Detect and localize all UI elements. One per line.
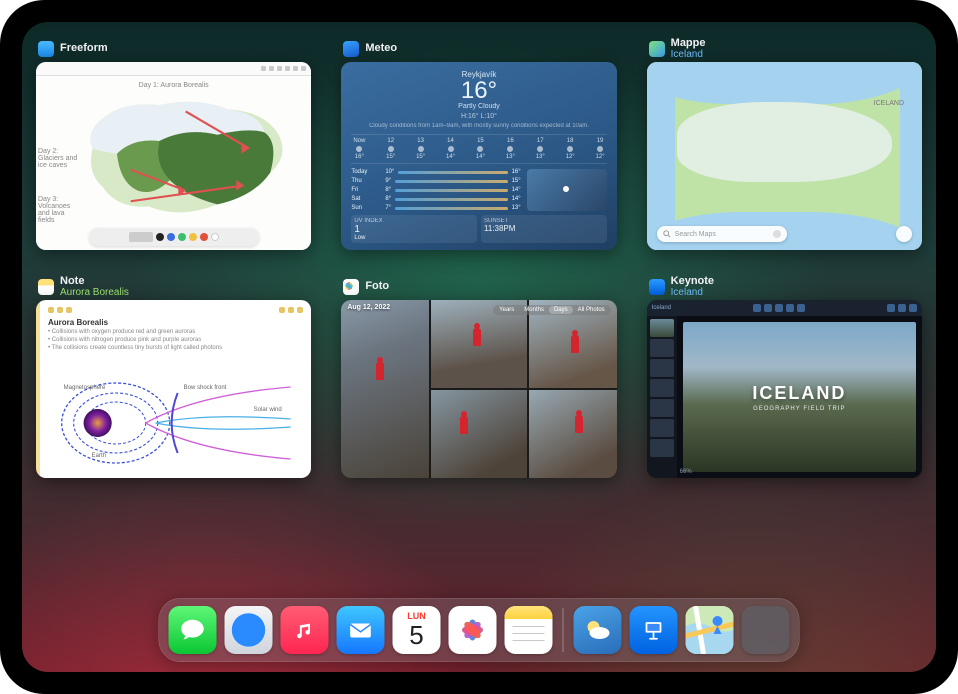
window-header: Freeform — [36, 40, 311, 62]
weather-map-tile — [527, 169, 607, 211]
screen: Freeform Day 1: Aurora Borealis Day 2: G… — [22, 22, 936, 672]
dock-calendar-icon[interactable]: LUN 5 — [393, 606, 441, 654]
freeform-app-icon — [38, 41, 54, 57]
window-title: Mappe — [671, 38, 706, 50]
dock: LUN 5 — [159, 598, 800, 662]
weather-app-icon — [343, 41, 359, 57]
svg-text:Bow shock front: Bow shock front — [184, 385, 227, 391]
weather-temperature: 16° — [351, 79, 606, 103]
window-subtitle: Aurora Borealis — [60, 288, 129, 299]
maps-app-icon — [649, 41, 665, 57]
weather-forecast: Today10°16° Thu9°15° Fri8°14° Sat8°14° S… — [351, 169, 520, 211]
notes-app-icon — [38, 279, 54, 295]
photo-tile[interactable] — [529, 390, 617, 478]
maps-search-field[interactable]: Search Maps — [657, 226, 787, 242]
window-note[interactable]: Note Aurora Borealis Aurora Borealis • C… — [36, 278, 311, 478]
window-subtitle: Iceland — [671, 288, 714, 299]
window-mappe[interactable]: Mappe Iceland ICELAND Search — [647, 40, 922, 250]
dock-mail-icon[interactable] — [337, 606, 385, 654]
freeform-thumbnail[interactable]: Day 1: Aurora Borealis Day 2: Glaciers a… — [36, 62, 311, 250]
mappe-thumbnail[interactable]: ICELAND Search Maps — [647, 62, 922, 250]
note-bullet: • Collisions with oxygen produce red and… — [48, 329, 303, 335]
sunset-tile: SUNSET 11:38PM — [481, 215, 607, 243]
segment-months[interactable]: Months — [519, 306, 549, 314]
weather-location: Reykjavík — [351, 70, 606, 79]
svg-text:Solar wind: Solar wind — [254, 407, 282, 413]
calendar-day: 5 — [393, 620, 441, 651]
dock-notes-icon[interactable] — [505, 606, 553, 654]
aurora-diagram: Magnetosphere Earth Bow shock front Sola… — [52, 375, 299, 470]
svg-text:Magnetosphere: Magnetosphere — [64, 385, 106, 391]
meteo-thumbnail[interactable]: Reykjavík 16° Partly Cloudy H:16° L:10° … — [341, 62, 616, 250]
uv-tile: UV INDEX 1 Low — [351, 215, 477, 243]
window-foto[interactable]: Foto Aug 12, 2022 Years Months Days All … — [341, 278, 616, 478]
note-thumbnail[interactable]: Aurora Borealis • Collisions with oxygen… — [36, 300, 311, 478]
dock-maps-icon[interactable] — [686, 606, 734, 654]
dock-photos-icon[interactable] — [449, 606, 497, 654]
freeform-label-day1: Day 1: Aurora Borealis — [139, 82, 209, 89]
window-title: Note — [60, 276, 129, 288]
segment-years[interactable]: Years — [494, 306, 519, 314]
note-heading: Aurora Borealis — [48, 318, 303, 327]
slide-canvas[interactable]: ICELAND GEOGRAPHY FIELD TRIP 66% — [677, 316, 922, 478]
keynote-toolbar: Iceland — [647, 300, 922, 316]
keynote-app-icon — [649, 279, 665, 295]
foto-thumbnail[interactable]: Aug 12, 2022 Years Months Days All Photo… — [341, 300, 616, 478]
window-header: Keynote Iceland — [647, 278, 922, 300]
photos-app-icon — [343, 279, 359, 295]
locate-button[interactable] — [896, 226, 912, 242]
slide-navigator[interactable] — [647, 316, 677, 478]
ipad-frame: Freeform Day 1: Aurora Borealis Day 2: G… — [0, 0, 958, 694]
stage-manager-windows: Freeform Day 1: Aurora Borealis Day 2: G… — [22, 40, 936, 478]
weather-description: Cloudy conditions from 1am–9am, with mos… — [351, 123, 606, 134]
photos-view-segments[interactable]: Years Months Days All Photos — [493, 305, 611, 315]
window-title: Keynote — [671, 276, 714, 288]
dock-keynote-icon[interactable] — [630, 606, 678, 654]
map-region-label: ICELAND — [874, 100, 904, 107]
slide-subtitle: GEOGRAPHY FIELD TRIP — [753, 406, 845, 412]
window-freeform[interactable]: Freeform Day 1: Aurora Borealis Day 2: G… — [36, 40, 311, 250]
segment-days[interactable]: Days — [549, 306, 573, 314]
notes-toolbar — [48, 305, 303, 315]
dock-music-icon[interactable] — [281, 606, 329, 654]
keynote-thumbnail[interactable]: Iceland — [647, 300, 922, 478]
photo-tile[interactable] — [341, 300, 429, 478]
search-icon — [663, 230, 671, 238]
weather-hourly: Now16° 1215° 1315° 1414° 1514° 1613° 171… — [351, 134, 606, 164]
window-subtitle: Iceland — [671, 50, 706, 61]
slide-title: ICELAND — [752, 383, 846, 404]
window-title: Meteo — [365, 43, 397, 55]
freeform-pencil-toolbar — [89, 228, 259, 246]
freeform-label-day2: Day 2: Glaciers and ice caves — [38, 148, 82, 169]
freeform-label-day3: Day 3: Volcanoes and lava fields — [38, 196, 82, 224]
note-bullet: • The collisions create countless tiny b… — [48, 345, 303, 351]
svg-text:Earth: Earth — [92, 453, 106, 459]
photos-date: Aug 12, 2022 — [347, 304, 390, 311]
window-header: Meteo — [341, 40, 616, 62]
window-header: Note Aurora Borealis — [36, 278, 311, 300]
window-meteo[interactable]: Meteo Reykjavík 16° Partly Cloudy H:16° … — [341, 40, 616, 250]
window-header: Foto — [341, 278, 616, 300]
freeform-toolbar — [36, 62, 311, 76]
zoom-level[interactable]: 66% — [680, 469, 692, 475]
window-title: Freeform — [60, 43, 108, 55]
dock-safari-icon[interactable] — [225, 606, 273, 654]
window-keynote[interactable]: Keynote Iceland Iceland — [647, 278, 922, 478]
dock-messages-icon[interactable] — [169, 606, 217, 654]
dock-separator — [563, 608, 564, 652]
window-header: Mappe Iceland — [647, 40, 922, 62]
siri-icon — [773, 230, 781, 238]
photo-tile[interactable] — [431, 390, 527, 478]
note-bullet: • Collisions with nitrogen produce pink … — [48, 337, 303, 343]
map-illustration — [80, 90, 291, 228]
segment-all[interactable]: All Photos — [573, 306, 610, 314]
dock-app-library-icon[interactable] — [742, 606, 790, 654]
weather-hilo: H:16° L:10° — [351, 113, 606, 120]
window-title: Foto — [365, 281, 389, 293]
dock-weather-icon[interactable] — [574, 606, 622, 654]
weather-condition: Partly Cloudy — [351, 103, 606, 110]
